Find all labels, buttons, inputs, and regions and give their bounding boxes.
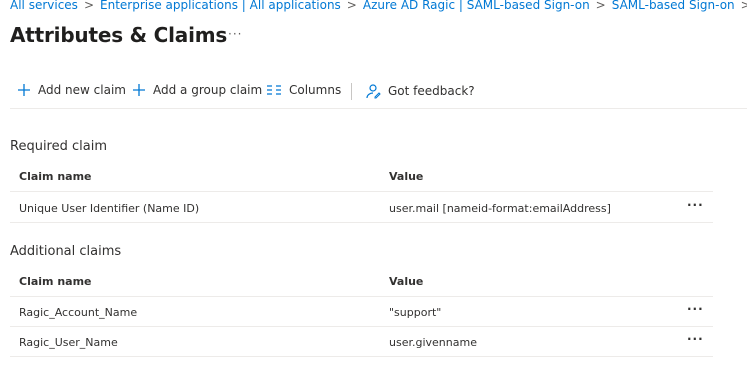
- feedback-button[interactable]: Got feedback?: [365, 83, 475, 99]
- claim-value: user.givenname: [389, 336, 477, 349]
- add-new-claim-label: Add new claim: [38, 83, 126, 97]
- column-header-value: Value: [389, 170, 424, 183]
- column-header-value: Value: [389, 275, 424, 288]
- required-claim-heading: Required claim: [10, 139, 107, 154]
- columns-button[interactable]: Columns: [266, 83, 341, 97]
- claim-name: Ragic_Account_Name: [19, 306, 138, 319]
- table-divider: [10, 356, 713, 357]
- breadcrumb-separator: >: [83, 0, 94, 12]
- breadcrumb-enterprise-applications[interactable]: Enterprise applications | All applicatio…: [100, 0, 341, 12]
- page-more-button[interactable]: ···: [228, 27, 242, 41]
- row-more-button[interactable]: ···: [687, 332, 704, 346]
- add-new-claim-button[interactable]: Add new claim: [17, 83, 126, 97]
- add-group-claim-button[interactable]: Add a group claim: [132, 83, 262, 97]
- breadcrumb-separator: >: [346, 0, 357, 12]
- feedback-label: Got feedback?: [388, 84, 475, 98]
- table-divider: [10, 326, 713, 327]
- toolbar-divider: [351, 83, 352, 100]
- columns-label: Columns: [289, 83, 342, 97]
- additional-claims-heading: Additional claims: [10, 244, 122, 259]
- claim-value: "support": [389, 306, 442, 319]
- breadcrumb-separator: >: [595, 0, 606, 12]
- plus-icon: [132, 83, 146, 97]
- breadcrumb-azure-ad-ragic[interactable]: Azure AD Ragic | SAML-based Sign-on: [363, 0, 590, 12]
- toolbar-divider-line: [10, 108, 747, 109]
- table-divider: [10, 191, 713, 192]
- row-more-button[interactable]: ···: [687, 198, 704, 212]
- row-more-button[interactable]: ···: [687, 302, 704, 316]
- column-header-claim-name: Claim name: [19, 275, 92, 288]
- table-divider: [10, 222, 713, 223]
- claim-name: Ragic_User_Name: [19, 336, 118, 349]
- breadcrumb-saml-sign-on[interactable]: SAML-based Sign-on: [612, 0, 735, 12]
- columns-icon: [266, 84, 282, 96]
- feedback-icon: [365, 83, 381, 99]
- claim-name: Unique User Identifier (Name ID): [19, 202, 200, 215]
- table-divider: [10, 296, 713, 297]
- add-group-claim-label: Add a group claim: [153, 83, 263, 97]
- breadcrumb: All services > Enterprise applications | A…: [10, 0, 747, 12]
- page-title: Attributes & Claims: [10, 23, 228, 47]
- breadcrumb-all-services[interactable]: All services: [10, 0, 78, 12]
- plus-icon: [17, 83, 31, 97]
- breadcrumb-separator: >: [740, 0, 747, 12]
- column-header-claim-name: Claim name: [19, 170, 92, 183]
- claim-value: user.mail [nameid-format:emailAddress]: [389, 202, 611, 215]
